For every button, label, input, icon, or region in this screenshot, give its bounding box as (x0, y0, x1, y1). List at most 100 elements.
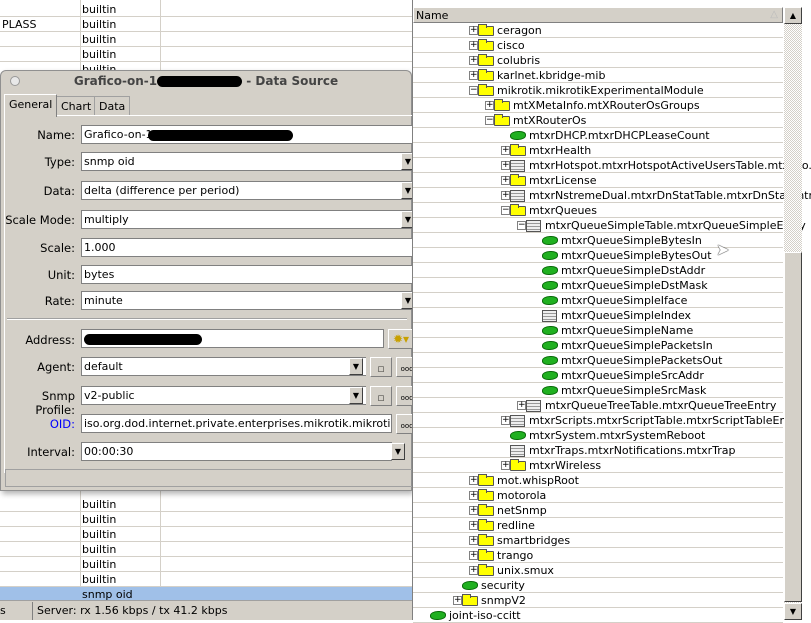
expand-icon[interactable]: + (501, 461, 510, 470)
expand-icon[interactable]: + (501, 416, 510, 425)
tree-node[interactable]: + mtxrHotspot.mtxrHotspotActiveUsersTable… (413, 158, 811, 173)
expand-icon[interactable]: + (485, 101, 494, 110)
tree-node[interactable]: mtxrQueueSimplePacketsOut (413, 353, 783, 368)
type-select[interactable]: snmp oid (81, 152, 413, 171)
tree-node[interactable]: security (413, 578, 783, 593)
scroll-up-button[interactable]: ▲ (784, 7, 802, 24)
tree-node[interactable]: + smartbridges (413, 533, 783, 548)
tree-node[interactable]: + mtxrLicense (413, 173, 783, 188)
tree-node[interactable]: mtxrQueueSimpleDstMask (413, 278, 783, 293)
name-column-header[interactable]: Name △ (413, 7, 783, 23)
tab-chart[interactable]: Chart (56, 96, 97, 116)
tree-node[interactable]: mtxrSystem.mtxrSystemReboot (413, 428, 783, 443)
tree-node[interactable]: mtxrQueueSimpleIndex (413, 308, 783, 323)
tree-node[interactable]: + unix.smux (413, 563, 783, 578)
tree-node[interactable]: + motorola (413, 488, 783, 503)
tree-node[interactable]: mtxrQueueSimpleSrcMask (413, 383, 783, 398)
table-row[interactable]: builtin (0, 497, 412, 512)
expand-icon[interactable]: + (469, 566, 478, 575)
address-input[interactable] (81, 329, 384, 348)
expand-icon[interactable]: + (501, 191, 510, 200)
scroll-thumb[interactable] (784, 252, 802, 602)
expand-icon[interactable]: + (469, 506, 478, 515)
snmp-profile-select[interactable]: v2-public (81, 386, 366, 405)
tree-node[interactable]: − mtxrQueues (413, 203, 783, 218)
expand-icon[interactable]: + (469, 71, 478, 80)
table-row[interactable]: builtin (0, 512, 412, 527)
tab-general[interactable]: General (4, 94, 58, 117)
table-row[interactable]: builtin (0, 527, 412, 542)
tree-node[interactable]: mtxrQueueSimplePacketsIn (413, 338, 783, 353)
expand-icon[interactable]: + (469, 551, 478, 560)
scale-mode-select[interactable]: multiply (81, 210, 413, 229)
expand-icon[interactable]: + (469, 56, 478, 65)
tree-node[interactable]: mtxrQueueSimpleName (413, 323, 783, 338)
tree-node[interactable]: + redline (413, 518, 783, 533)
expand-icon[interactable]: + (501, 146, 510, 155)
interval-select[interactable]: 00:00:30 (81, 442, 392, 461)
expand-icon[interactable]: + (453, 596, 462, 605)
expand-icon[interactable]: + (469, 476, 478, 485)
tree-node[interactable]: + ceragon (413, 23, 783, 38)
collapse-icon[interactable]: − (469, 86, 478, 95)
vertical-scrollbar[interactable]: ▲ ▼ (784, 7, 802, 620)
expand-icon[interactable]: + (501, 161, 510, 170)
collapse-icon[interactable]: − (517, 221, 526, 230)
tree-node[interactable]: + mtXMetaInfo.mtXRouterOsGroups (413, 98, 783, 113)
expand-icon[interactable]: + (469, 536, 478, 545)
snmp-profile-dropdown-arrow[interactable]: ▼ (349, 387, 363, 404)
tree-node[interactable]: + netSnmp (413, 503, 783, 518)
tree-node[interactable]: mtxrQueueSimpleSrcAddr (413, 368, 783, 383)
tree-node[interactable]: mtxrDHCP.mtxrDHCPLeaseCount (413, 128, 783, 143)
rate-select[interactable]: minute (81, 291, 413, 310)
table-row[interactable]: builtin (0, 2, 412, 17)
close-button[interactable] (10, 76, 20, 86)
dialog-titlebar[interactable]: Grafico-on-1 - Data Source (1, 71, 411, 91)
unit-input[interactable]: bytes (81, 265, 413, 284)
tree-node[interactable]: + mtxrHealth (413, 143, 783, 158)
agent-select[interactable]: default (81, 357, 366, 376)
oid-label[interactable]: OID: (50, 417, 75, 431)
table-row[interactable]: builtin (0, 572, 412, 587)
tree-node[interactable]: + mtxrWireless (413, 458, 783, 473)
snmp-profile-new-button[interactable]: □ (370, 386, 392, 406)
expand-icon[interactable]: + (469, 26, 478, 35)
tree-node[interactable]: − mtXRouterOs (413, 113, 783, 128)
scale-input[interactable]: 1.000 (81, 238, 413, 257)
tree-node[interactable]: + mtxrQueueTreeTable.mtxrQueueTreeEntry (413, 398, 783, 413)
table-row[interactable]: builtin (0, 542, 412, 557)
tree-node[interactable]: + mtxrNstremeDual.mtxrDnStatTable.mtxrDnS… (413, 188, 811, 203)
expand-icon[interactable]: + (469, 521, 478, 530)
tree-node[interactable]: + snmpV2 (413, 593, 783, 608)
tree-node[interactable]: + mot.whispRoot (413, 473, 783, 488)
data-select[interactable]: delta (difference per period) (81, 181, 413, 200)
expand-icon[interactable]: + (517, 401, 526, 410)
agent-dropdown-arrow[interactable]: ▼ (349, 358, 363, 375)
tree-node[interactable]: + colubris (413, 53, 783, 68)
table-row[interactable]: builtin (0, 32, 412, 47)
tree-node[interactable]: mtxrQueueSimpleDstAddr (413, 263, 783, 278)
tree-node[interactable]: − mtxrQueueSimpleTable.mtxrQueueSimpleEnt… (413, 218, 806, 233)
table-row[interactable]: builtin (0, 557, 412, 572)
tree-node[interactable]: mtxrQueueSimpleIface (413, 293, 783, 308)
tree-node[interactable]: + karlnet.kbridge-mib (413, 68, 783, 83)
expand-icon[interactable]: + (469, 41, 478, 50)
tree-node[interactable]: + mtxrScripts.mtxrScriptTable.mtxrScriptT… (413, 413, 802, 428)
tree-node[interactable]: mtxrTraps.mtxrNotifications.mtxrTrap (413, 443, 783, 458)
collapse-icon[interactable]: − (485, 116, 494, 125)
tree-node[interactable]: + cisco (413, 38, 783, 53)
expand-icon[interactable]: + (501, 176, 510, 185)
agent-new-button[interactable]: □ (370, 357, 392, 377)
collapse-icon[interactable]: − (501, 206, 510, 215)
expand-icon[interactable]: + (469, 491, 478, 500)
table-row[interactable]: PLASS builtin (0, 17, 412, 32)
name-input[interactable]: Grafico-on-1 (81, 125, 413, 144)
tab-data[interactable]: Data (94, 96, 131, 116)
scroll-down-button[interactable]: ▼ (784, 603, 802, 620)
oid-input[interactable]: iso.org.dod.internet.private.enterprises… (81, 414, 392, 433)
tree-node[interactable]: joint-iso-ccitt (413, 608, 783, 623)
tree-node[interactable]: + trango (413, 548, 783, 563)
table-row[interactable]: builtin (0, 47, 412, 62)
interval-dropdown-arrow[interactable]: ▼ (391, 443, 405, 460)
address-tools-gear-icon[interactable]: ✹▾ (388, 329, 414, 349)
